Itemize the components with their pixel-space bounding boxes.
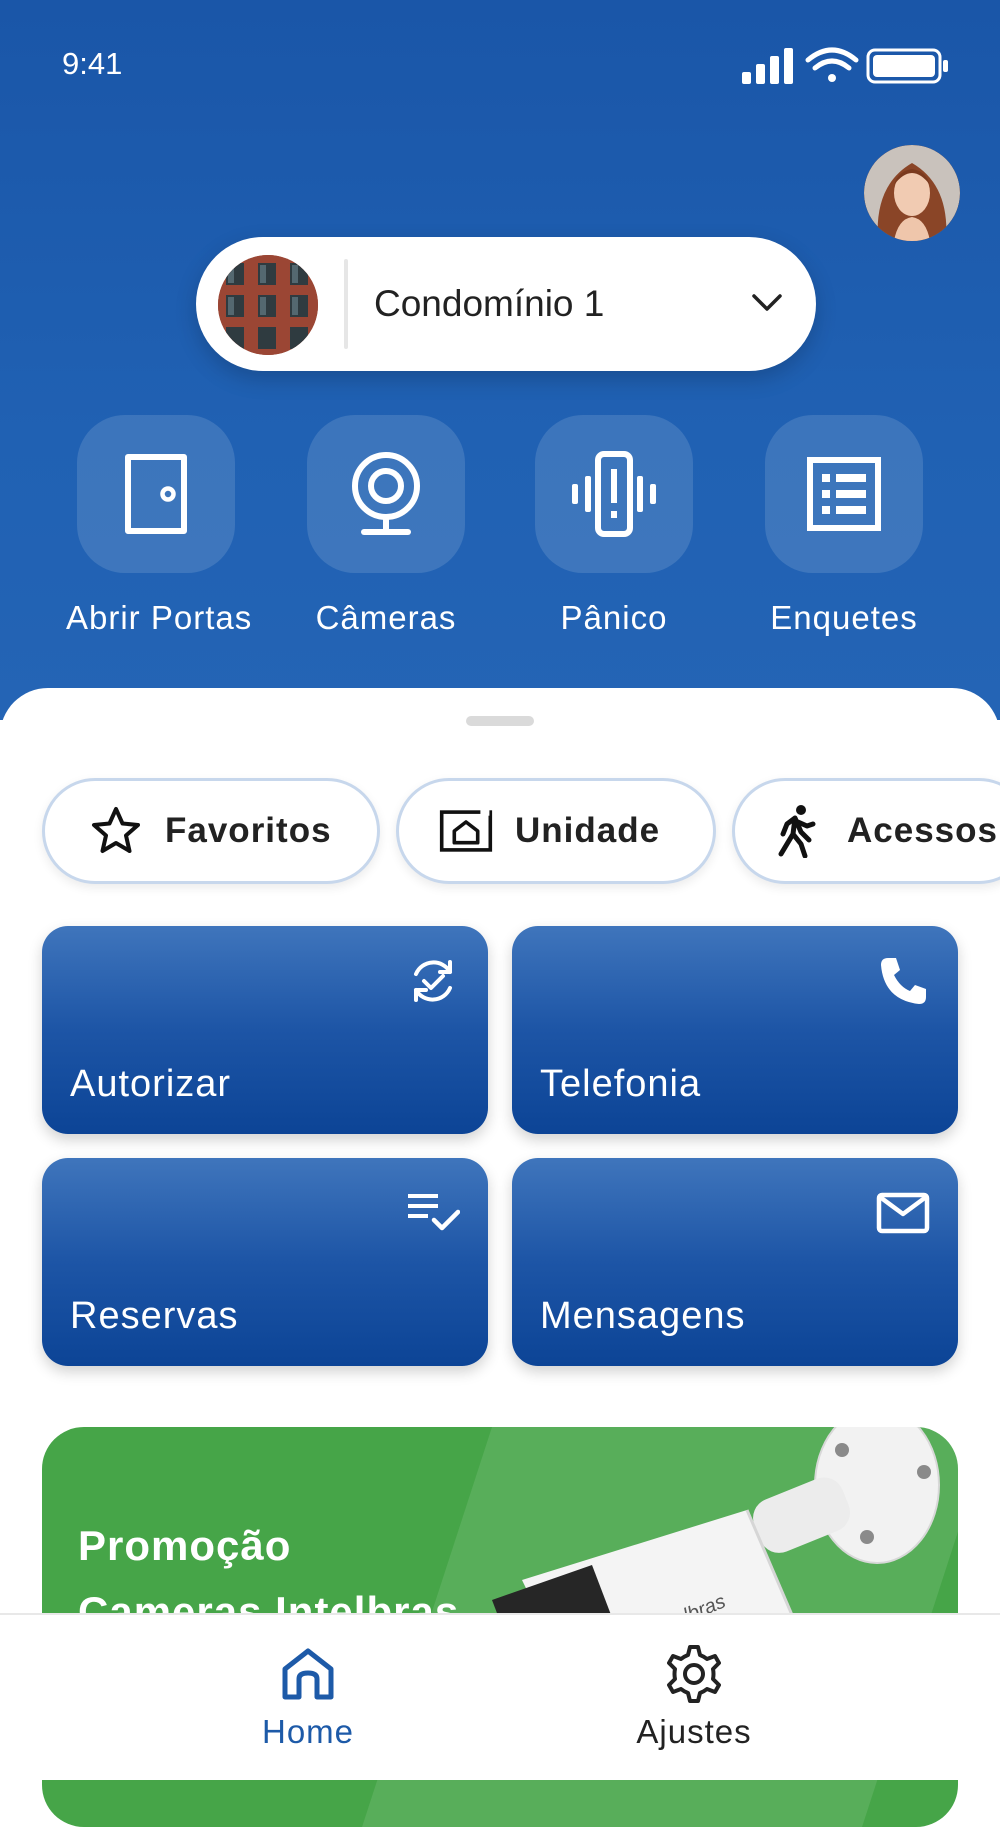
card-reservations[interactable]: Reservas — [42, 1158, 488, 1366]
quick-action-label: Abrir Portas — [66, 599, 253, 636]
promo-title-line1: Promoção — [78, 1522, 292, 1569]
chip-label: Acessos — [847, 811, 998, 850]
chevron-down-icon — [752, 294, 782, 311]
quick-action-polls[interactable]: Enquetes — [754, 415, 934, 637]
webcam-icon — [352, 452, 420, 535]
sync-check-icon — [414, 960, 452, 1002]
tab-label: Home — [261, 1713, 355, 1750]
card-telephony[interactable]: Telefonia — [512, 926, 958, 1134]
door-icon — [125, 454, 187, 534]
profile-avatar[interactable] — [864, 145, 960, 241]
chip-unit[interactable]: Unidade — [396, 778, 716, 884]
quick-action-cameras-button[interactable] — [307, 415, 465, 573]
panic-phone-icon — [572, 451, 656, 537]
gear-icon — [667, 1645, 721, 1703]
condominium-name: Condomínio 1 — [374, 283, 605, 324]
list-icon — [807, 457, 881, 531]
card-label: Telefonia — [540, 1063, 702, 1105]
condominium-selector[interactable]: Condomínio 1 — [196, 237, 816, 371]
status-icons — [742, 47, 948, 84]
quick-action-open-doors-button[interactable] — [77, 415, 235, 573]
card-label: Mensagens — [540, 1295, 746, 1337]
star-icon — [92, 807, 140, 853]
quick-action-cameras[interactable]: Câmeras — [296, 415, 476, 637]
quick-action-open-doors[interactable]: Abrir Portas — [66, 415, 253, 637]
walking-icon — [778, 805, 816, 858]
condominium-image — [218, 255, 318, 355]
checklist-icon — [408, 1194, 460, 1231]
card-messages[interactable]: Mensagens — [512, 1158, 958, 1366]
card-label: Autorizar — [70, 1063, 232, 1105]
phone-icon — [881, 958, 926, 1004]
header: 9:41 Condomínio 1 Abrir Portas Câmeras P… — [0, 0, 1000, 720]
quick-action-polls-button[interactable] — [765, 415, 923, 573]
mail-icon — [876, 1192, 930, 1234]
card-label: Reservas — [70, 1295, 239, 1337]
home-icon — [282, 1648, 334, 1700]
chip-label: Favoritos — [165, 811, 332, 850]
card-authorize[interactable]: Autorizar — [42, 926, 488, 1134]
tab-label: Ajustes — [636, 1713, 752, 1750]
quick-action-panic-button[interactable] — [535, 415, 693, 573]
quick-action-label: Enquetes — [770, 599, 918, 636]
quick-action-label: Câmeras — [315, 599, 457, 636]
chip-access[interactable]: Acessos — [732, 778, 1000, 884]
status-time: 9:41 — [62, 46, 123, 81]
battery-icon — [866, 48, 948, 84]
chip-favorites[interactable]: Favoritos — [42, 778, 380, 884]
quick-action-panic[interactable]: Pânico — [524, 415, 704, 637]
condominium-divider — [344, 259, 348, 349]
home-screen-icon — [439, 808, 493, 852]
signal-icon — [742, 48, 793, 84]
tab-home[interactable]: Home — [208, 1643, 408, 1751]
quick-action-label: Pânico — [560, 599, 668, 636]
tab-settings[interactable]: Ajustes — [594, 1643, 794, 1751]
sheet-handle[interactable] — [466, 716, 534, 726]
wifi-icon — [805, 47, 859, 82]
tab-bar: Home Ajustes — [0, 1613, 1000, 1780]
chip-label: Unidade — [515, 811, 661, 850]
